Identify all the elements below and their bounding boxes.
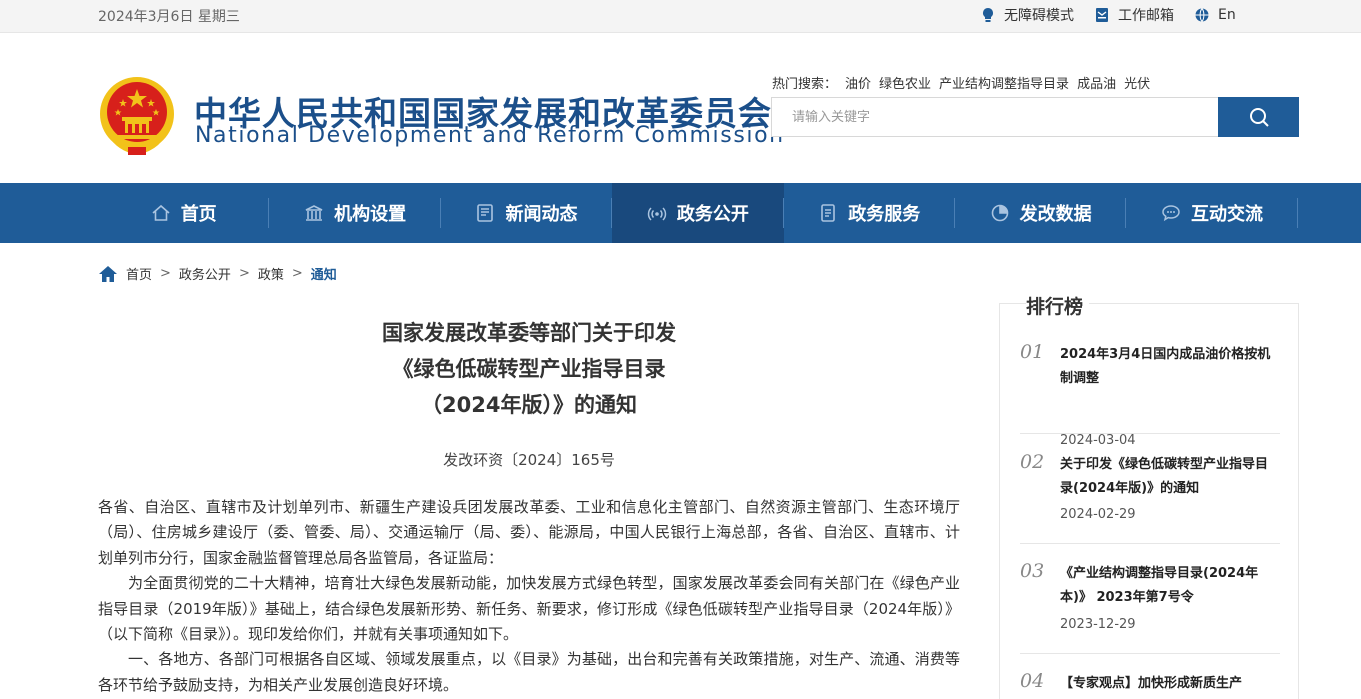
nav-item-home[interactable]: 首页 — [98, 183, 270, 243]
main-nav: 首页 机构设置 新闻动态 政务公开 政务服务 发改数据 互动交流 — [0, 183, 1361, 243]
broadcast-icon — [647, 207, 667, 221]
ranking-date: 2023-12-29 — [1060, 617, 1136, 632]
ranking-divider — [1020, 653, 1280, 654]
accessibility-mode-label: 无障碍模式 — [1004, 8, 1074, 24]
top-bar: 2024年3月6日 星期三 无障碍模式 工作邮箱 En — [0, 0, 1361, 33]
hot-search-label: 热门搜索： — [772, 77, 838, 92]
accessibility-mode-link[interactable]: 无障碍模式 — [980, 5, 1074, 25]
work-mail-label: 工作邮箱 — [1118, 8, 1174, 24]
breadcrumb-current[interactable]: 通知 — [311, 264, 337, 283]
breadcrumb-home[interactable]: 首页 — [126, 264, 152, 283]
search-icon — [1249, 108, 1269, 127]
nav-item-news[interactable]: 新闻动态 — [441, 183, 613, 243]
document-number: 发改环资〔2024〕165号 — [443, 451, 615, 469]
nav-item-label: 政务公开 — [676, 204, 749, 225]
current-date: 2024年3月6日 星期三 — [98, 9, 240, 25]
nav-item-label: 政务服务 — [848, 204, 921, 225]
breadcrumb: 首页 > 政务公开 > 政策 > 通知 — [98, 264, 337, 283]
mail-icon — [1096, 8, 1108, 22]
nav-item-label: 首页 — [180, 204, 217, 225]
ranking-title: 排行榜 — [1026, 292, 1090, 319]
ranking-link[interactable]: 关于印发《绿色低碳转型产业指导目录(2024年版)》的通知 — [1060, 453, 1280, 501]
article-paragraph: 一、各地方、各部门可根据各自区域、领域发展重点，以《目录》为基础，出台和完善有关… — [98, 650, 960, 694]
pie-chart-icon — [991, 204, 1008, 222]
breadcrumb-policy[interactable]: 政策 — [258, 264, 284, 283]
ranking-link[interactable]: 《产业结构调整指导目录(2024年本)》 2023年第7号令 — [1060, 562, 1280, 610]
nav-item-data[interactable]: 发改数据 — [955, 183, 1127, 243]
news-icon — [477, 204, 494, 222]
nav-item-interaction[interactable]: 互动交流 — [1126, 183, 1298, 243]
nav-divider — [1296, 198, 1298, 228]
ranking-divider — [1020, 543, 1280, 544]
hot-keyword[interactable]: 绿色农业 — [879, 73, 931, 92]
article-title: 国家发展改革委等部门关于印发 《绿色低碳转型产业指导目录 （2024年版）》的通… — [98, 315, 960, 423]
nav-item-label: 机构设置 — [334, 204, 407, 225]
nav-item-label: 新闻动态 — [505, 204, 578, 225]
ranking-number: 01 — [1020, 341, 1045, 363]
ranking-number: 04 — [1020, 670, 1045, 692]
home-icon — [99, 265, 117, 282]
home-icon — [152, 204, 170, 221]
site-header: 中华人民共和国国家发展和改革委员会 National Development a… — [0, 33, 1361, 183]
top-links: 无障碍模式 工作邮箱 En — [980, 5, 1236, 25]
document-icon — [821, 204, 836, 222]
article-title-line: 国家发展改革委等部门关于印发 — [382, 321, 676, 345]
ranking-number: 03 — [1020, 560, 1045, 582]
article: 国家发展改革委等部门关于印发 《绿色低碳转型产业指导目录 （2024年版）》的通… — [98, 305, 960, 698]
ranking-number: 02 — [1020, 451, 1045, 473]
nav-item-label: 发改数据 — [1019, 204, 1092, 225]
hot-keyword[interactable]: 成品油 — [1077, 73, 1116, 92]
ranking-link[interactable]: 2024年3月4日国内成品油价格按机制调整 — [1060, 343, 1280, 391]
nav-item-government-affairs[interactable]: 政务公开 — [612, 183, 784, 243]
nav-item-label: 互动交流 — [1191, 204, 1264, 225]
ranking-date: 2024-02-29 — [1060, 507, 1136, 522]
breadcrumb-government-affairs[interactable]: 政务公开 — [179, 264, 231, 283]
english-link[interactable]: En — [1194, 5, 1236, 25]
search-bar — [771, 97, 1299, 137]
hot-keyword[interactable]: 光伏 — [1124, 73, 1150, 92]
article-body: 各省、自治区、直辖市及计划单列市、新疆生产建设兵团发展改革委、工业和信息化主管部… — [98, 495, 960, 698]
national-emblem-logo[interactable] — [98, 75, 176, 157]
article-paragraph: 各省、自治区、直辖市及计划单列市、新疆生产建设兵团发展改革委、工业和信息化主管部… — [98, 498, 960, 567]
search-input[interactable] — [772, 98, 1218, 136]
ranking-divider — [1020, 433, 1280, 434]
hot-keyword[interactable]: 产业结构调整指导目录 — [939, 73, 1069, 92]
article-paragraph: 为全面贯彻党的二十大精神，培育壮大绿色发展新动能，加快发展方式绿色转型，国家发展… — [98, 574, 960, 644]
article-title-line: 《绿色低碳转型产业指导目录 — [392, 357, 666, 381]
hot-keyword[interactable]: 油价 — [845, 73, 871, 92]
site-title-en: National Development and Reform Commissi… — [195, 123, 785, 148]
ranking-link[interactable]: 【专家观点】加快形成新质生产 — [1060, 672, 1280, 696]
globe-icon — [1195, 8, 1209, 22]
breadcrumb-separator: > — [291, 266, 303, 281]
ranking-date: 2024-03-04 — [1060, 433, 1136, 448]
chat-icon — [1162, 205, 1180, 222]
building-icon — [305, 205, 323, 221]
breadcrumb-separator: > — [238, 266, 250, 281]
english-label: En — [1218, 7, 1236, 23]
search-button[interactable] — [1218, 97, 1299, 137]
work-mail-link[interactable]: 工作邮箱 — [1094, 5, 1174, 25]
nav-item-organization[interactable]: 机构设置 — [269, 183, 441, 243]
breadcrumb-separator: > — [160, 266, 171, 281]
lightbulb-icon — [983, 8, 993, 22]
nav-item-services[interactable]: 政务服务 — [784, 183, 955, 243]
article-title-line: （2024年版）》的通知 — [421, 393, 637, 417]
ranking-panel: 排行榜 01 2024年3月4日国内成品油价格按机制调整 2024-03-04 … — [999, 292, 1299, 699]
hot-search: 热门搜索： 油价 绿色农业 产业结构调整指导目录 成品油 光伏 — [772, 73, 1150, 92]
